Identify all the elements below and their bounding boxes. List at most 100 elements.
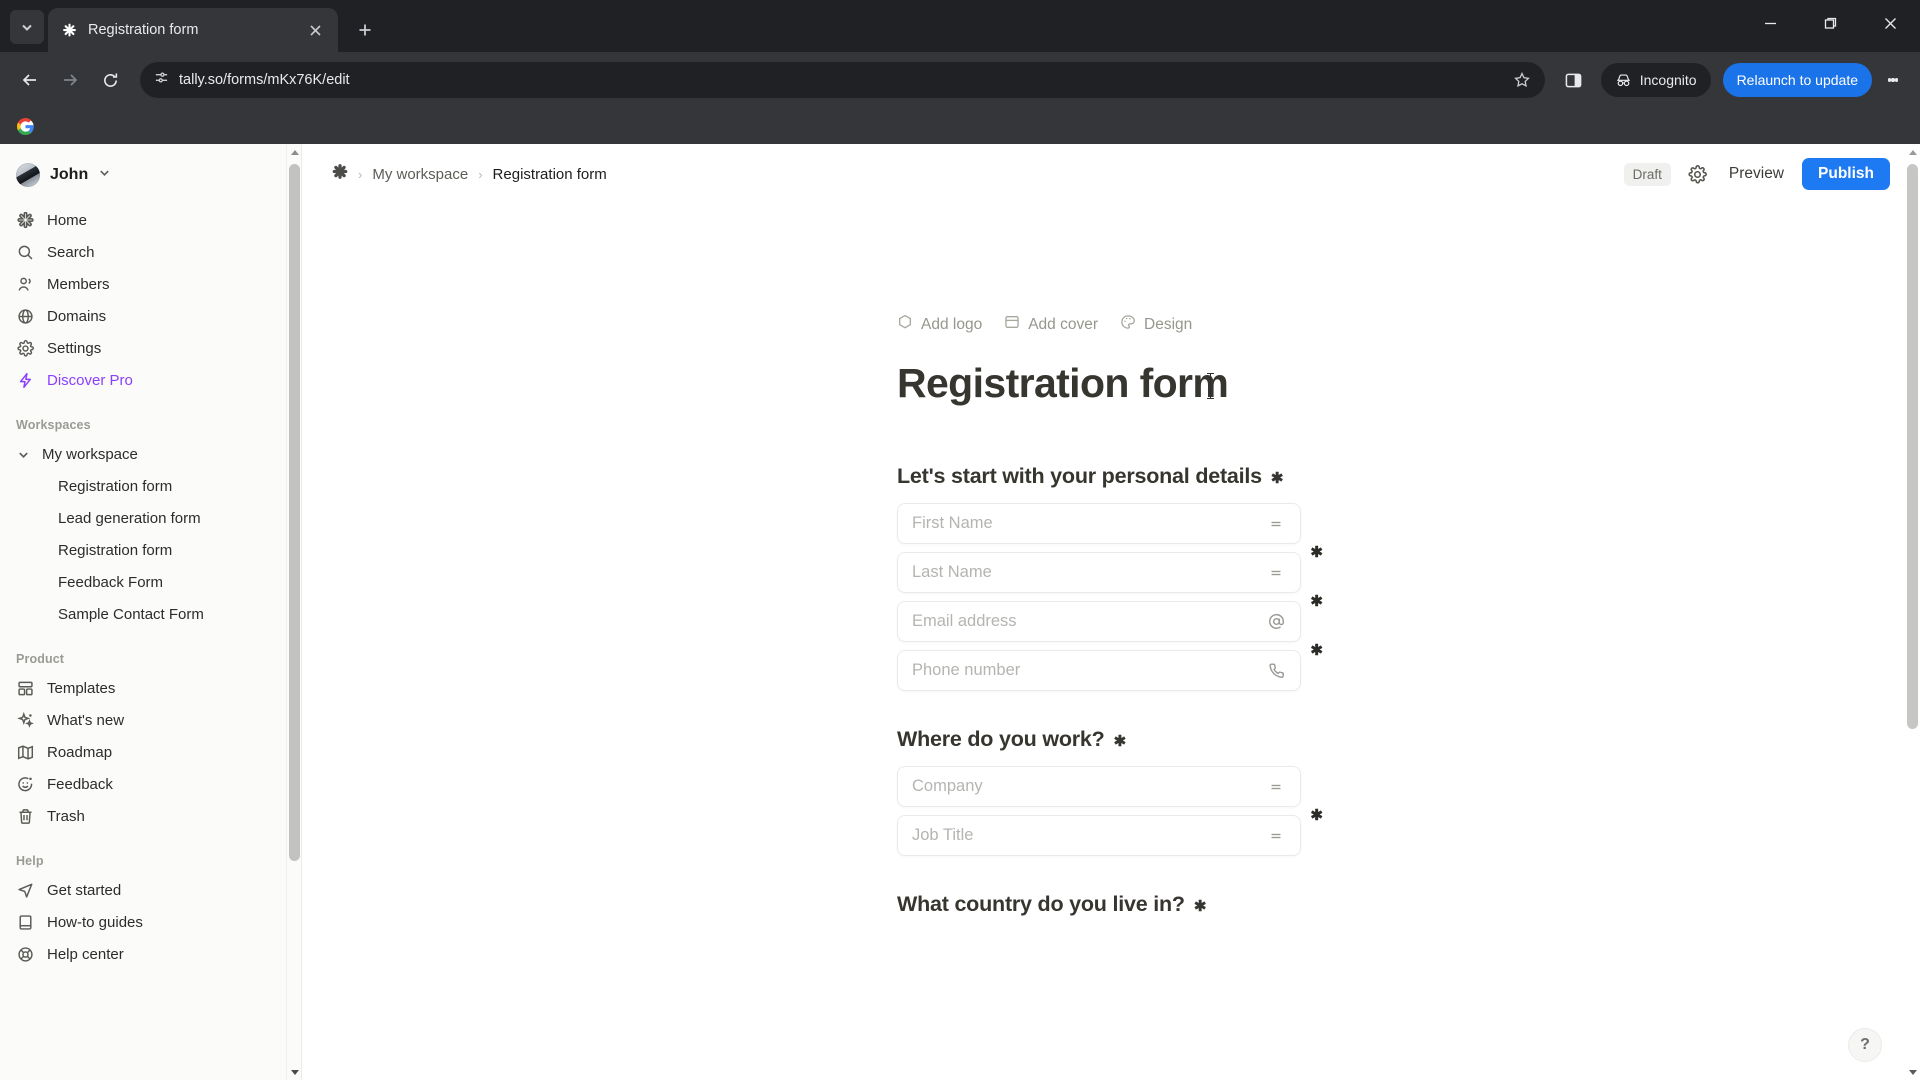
job-title-placeholder: Job Title <box>912 826 974 845</box>
sidebar-form-item[interactable]: Registration form <box>0 470 301 502</box>
sidebar-item-label: Get started <box>47 881 122 899</box>
google-bookmark-icon[interactable] <box>10 112 40 140</box>
new-tab-button[interactable] <box>348 13 382 47</box>
incognito-indicator[interactable]: Incognito <box>1600 63 1711 97</box>
window-close-icon[interactable] <box>1860 0 1920 46</box>
sidebar-item-my-workspace[interactable]: My workspace <box>0 438 301 470</box>
asterisk-icon[interactable] <box>332 164 348 184</box>
preview-button[interactable]: Preview <box>1725 161 1788 187</box>
chevron-down-icon[interactable] <box>14 448 32 461</box>
scroll-up-icon[interactable] <box>1905 144 1920 160</box>
sidebar-form-item[interactable]: Lead generation form <box>0 502 301 534</box>
map-icon <box>16 743 35 762</box>
form-field[interactable]: Last Name ✱ <box>897 544 1323 594</box>
sidebar-item-help-center[interactable]: Help center <box>0 938 301 970</box>
sidebar-item-label: Domains <box>47 307 107 325</box>
form-field[interactable]: Email address ✱ <box>897 593 1323 643</box>
required-marker: ✱ <box>1113 733 1127 751</box>
sidebar-item-feedback[interactable]: Feedback <box>0 768 301 800</box>
breadcrumb-current[interactable]: Registration form <box>493 166 607 183</box>
add-logo-button[interactable]: Add logo <box>897 314 982 335</box>
form-field[interactable]: First Name <box>897 503 1301 545</box>
sidebar-item-label: How-to guides <box>47 913 143 931</box>
required-marker: ✱ <box>1270 470 1284 488</box>
question-label[interactable]: Where do you work? ✱ <box>897 727 1301 752</box>
bookmark-star-icon[interactable] <box>1507 65 1537 95</box>
question-text: Let's start with your personal details <box>897 464 1262 489</box>
chrome-menu-icon[interactable] <box>1878 63 1908 97</box>
form-field[interactable]: Company <box>897 766 1301 808</box>
browser-window: Registration form tally.so/forms/mKx76K/… <box>0 0 1920 1080</box>
sidebar-item-settings[interactable]: Settings <box>0 332 301 364</box>
gear-icon <box>16 339 35 358</box>
palette-icon <box>1120 314 1136 335</box>
sidebar-item-label: Trash <box>47 807 85 825</box>
text-cursor <box>1207 373 1214 399</box>
sidebar-item-label: Templates <box>47 679 116 697</box>
publish-button[interactable]: Publish <box>1802 158 1890 190</box>
scroll-down-icon[interactable] <box>287 1064 301 1080</box>
tab-title: Registration form <box>88 22 199 38</box>
question-label[interactable]: What country do you live in? ✱ <box>897 892 1301 917</box>
browser-tab[interactable]: Registration form <box>48 8 338 52</box>
page-title[interactable]: Registration form <box>897 360 1301 406</box>
drag-handle-icon[interactable] <box>1266 777 1286 797</box>
forward-icon[interactable] <box>52 62 88 98</box>
sidebar-item-how-to-guides[interactable]: How-to guides <box>0 906 301 938</box>
gear-icon[interactable] <box>1685 161 1711 187</box>
drag-handle-icon[interactable] <box>1266 563 1286 583</box>
main-scrollbar[interactable] <box>1905 144 1920 1080</box>
sidebar-item-roadmap[interactable]: Roadmap <box>0 736 301 768</box>
sidebar-item-home[interactable]: Home <box>0 204 301 236</box>
tally-app: John Home Search Members Domains Setting… <box>0 144 1920 1080</box>
sidebar-item-members[interactable]: Members <box>0 268 301 300</box>
sidebar-scrollbar-thumb[interactable] <box>289 164 300 861</box>
close-icon[interactable] <box>304 19 326 41</box>
tab-search-button[interactable] <box>10 10 44 44</box>
maximize-icon[interactable] <box>1800 0 1860 46</box>
question-label[interactable]: Let's start with your personal details ✱ <box>897 464 1301 489</box>
sidebar-item-whats-new[interactable]: What's new <box>0 704 301 736</box>
back-icon[interactable] <box>12 62 48 98</box>
reload-icon[interactable] <box>92 62 128 98</box>
sidebar-item-discover-pro[interactable]: Discover Pro <box>0 364 301 396</box>
relaunch-to-update-button[interactable]: Relaunch to update <box>1722 63 1872 97</box>
required-marker: ✱ <box>1310 593 1323 611</box>
sidebar-item-label: Help center <box>47 945 124 963</box>
book-icon <box>16 913 35 932</box>
workspace-user-menu[interactable]: John <box>0 154 301 196</box>
members-icon <box>16 275 35 294</box>
side-panel-icon[interactable] <box>1557 63 1591 97</box>
sidebar-item-trash[interactable]: Trash <box>0 800 301 832</box>
form-field[interactable]: Job Title ✱ <box>897 807 1323 857</box>
workspace-label: My workspace <box>42 445 138 463</box>
site-settings-icon[interactable] <box>154 70 169 90</box>
design-button[interactable]: Design <box>1120 314 1192 335</box>
add-cover-button[interactable]: Add cover <box>1004 314 1098 335</box>
breadcrumb-workspace[interactable]: My workspace <box>372 166 468 183</box>
breadcrumb-separator: › <box>358 166 363 182</box>
first-name-placeholder: First Name <box>912 514 993 533</box>
scroll-down-icon[interactable] <box>1905 1064 1920 1080</box>
templates-icon <box>16 679 35 698</box>
sidebar-form-item[interactable]: Registration form <box>0 534 301 566</box>
sidebar-form-item[interactable]: Sample Contact Form <box>0 598 301 630</box>
sidebar-scrollbar[interactable] <box>286 144 301 1080</box>
sidebar-item-templates[interactable]: Templates <box>0 672 301 704</box>
last-name-placeholder: Last Name <box>912 563 992 582</box>
main-scrollbar-thumb[interactable] <box>1907 164 1918 729</box>
user-name: John <box>50 166 89 183</box>
drag-handle-icon[interactable] <box>1266 514 1286 534</box>
minimize-icon[interactable] <box>1740 0 1800 46</box>
sidebar-form-item[interactable]: Feedback Form <box>0 566 301 598</box>
drag-handle-icon[interactable] <box>1266 826 1286 846</box>
form-field[interactable]: Phone number ✱ <box>897 642 1323 692</box>
help-button[interactable]: ? <box>1848 1028 1882 1062</box>
lightning-icon <box>16 371 35 390</box>
scroll-up-icon[interactable] <box>287 144 301 160</box>
sidebar-item-search[interactable]: Search <box>0 236 301 268</box>
sidebar-item-get-started[interactable]: Get started <box>0 874 301 906</box>
address-bar[interactable]: tally.so/forms/mKx76K/edit <box>140 62 1545 98</box>
editor-topbar: › My workspace › Registration form Draft… <box>302 144 1920 204</box>
sidebar-item-domains[interactable]: Domains <box>0 300 301 332</box>
